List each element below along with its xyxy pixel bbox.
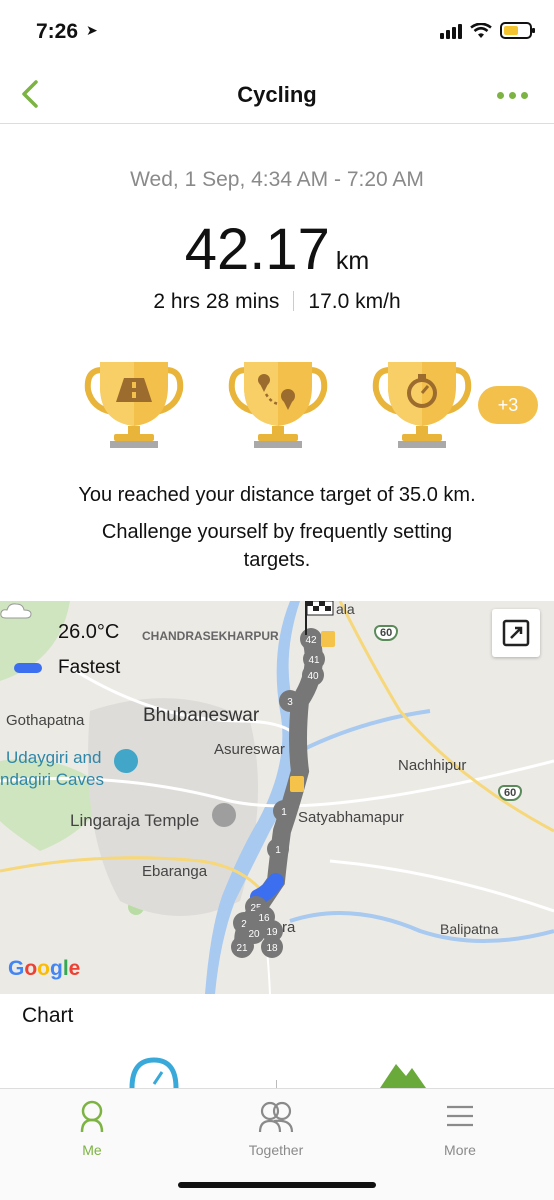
tab-bar: Me Together More [0,1088,554,1200]
challenge-message: Challenge yourself by frequently setting… [101,521,453,571]
more-options-icon[interactable] [497,92,528,99]
svg-text:1: 1 [275,845,281,856]
map-label-chandrasekharpur: CHANDRASEKHARPUR [142,629,279,643]
tab-together[interactable]: Together [216,1099,336,1158]
person-icon [80,1100,104,1133]
elevation-icon[interactable] [380,1060,426,1088]
speedometer-icon[interactable] [128,1054,180,1088]
duration-speed-row: 2 hrs 28 mins 17.0 km/h [0,290,554,314]
map-label-balipatna: Balipatna [440,921,499,937]
map-label-ebaranga: Ebaranga [142,863,208,880]
temperature-label: 26.0°C [58,621,120,643]
tab-me-label: Me [82,1142,102,1158]
status-icons [440,22,535,39]
achievements-row: +3 [80,356,540,456]
target-message: You reached your distance target of 35.0… [78,484,476,506]
menu-icon [447,1105,473,1127]
map-label-satyabhamapur: Satyabhamapur [298,809,404,826]
home-indicator [178,1182,376,1188]
map-label-asureswar: Asureswar [214,741,285,758]
fastest-legend-swatch [14,663,42,673]
tab-me[interactable]: Me [32,1099,152,1158]
svg-text:3: 3 [287,697,293,708]
more-achievements-badge[interactable]: +3 [478,386,538,424]
page-title: Cycling [237,82,317,107]
google-logo: Google [8,957,81,980]
signal-icon [440,23,462,39]
map-label-top-partial: ala [336,601,355,617]
map-label-bhubaneswar: Bhubaneswar [143,705,260,726]
map-label-udaygiri: Udaygiri and [6,748,102,767]
map-label-bottom-partial: ra [282,919,296,936]
expand-icon [502,619,530,647]
road-trophy-icon[interactable] [84,356,184,452]
route-trophy-icon[interactable] [228,356,328,452]
stopwatch-trophy-icon[interactable] [372,356,472,452]
chart-divider [276,1080,277,1088]
fastest-legend-label: Fastest [58,657,121,678]
duration-value: 2 hrs 28 mins [153,290,280,313]
svg-text:42: 42 [305,635,317,646]
people-icon [258,1101,294,1133]
battery-icon [500,22,535,39]
divider [293,291,295,311]
expand-map-button[interactable] [492,609,540,657]
map-label-gothapatna: Gothapatna [6,712,85,729]
map-label-khandagiri: ndagiri Caves [0,770,104,789]
map-label-nachhipur: Nachhipur [398,757,467,774]
location-arrow-icon: ➤ [86,22,98,38]
tab-more[interactable]: More [400,1099,520,1158]
map-label-lingaraja: Lingaraja Temple [70,811,200,830]
tab-more-label: More [444,1142,476,1158]
distance-unit: km [335,247,370,275]
svg-text:1: 1 [281,807,287,818]
distance-value: 42.17 [184,217,330,282]
tab-together-label: Together [248,1142,304,1158]
svg-text:40: 40 [307,671,319,682]
svg-text:21: 21 [236,943,248,954]
distance-display: 42.17 km [0,216,554,283]
svg-text:18: 18 [266,943,278,954]
cloud-icon [0,603,32,619]
average-speed-value: 17.0 km/h [308,290,401,313]
wifi-icon [470,22,492,38]
route-map[interactable]: 42 41 40 3 1 1 25 16 2 20 19 21 18 26.0°… [0,601,554,994]
navigation-bar: Cycling [0,64,554,124]
svg-text:20: 20 [248,929,260,940]
status-time: 7:26 [36,20,79,43]
chart-section-title: Chart [22,1004,74,1027]
status-bar: 7:26 ➤ [0,0,554,64]
activity-date-range: Wed, 1 Sep, 4:34 AM - 7:20 AM [130,168,424,191]
